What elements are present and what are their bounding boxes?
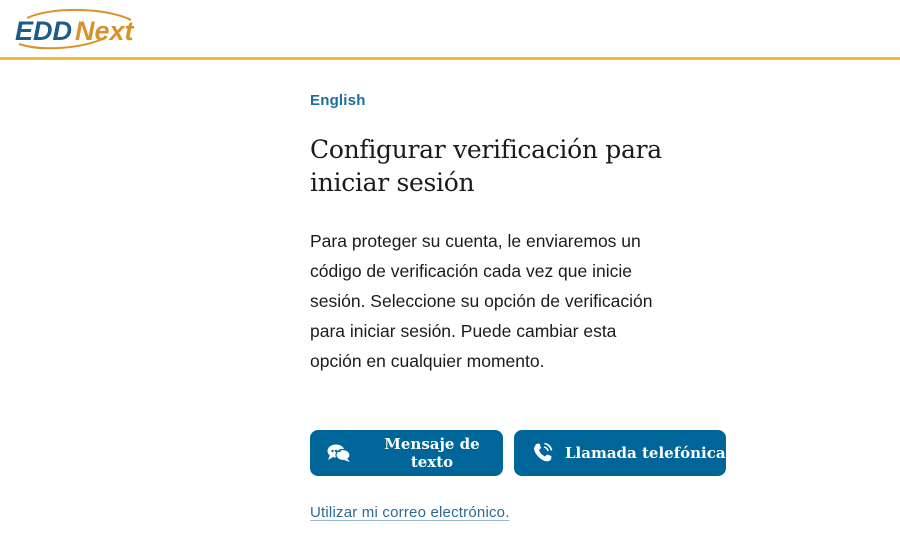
text-message-label: Mensaje de texto (384, 435, 480, 471)
logo-text-next: Next (75, 16, 135, 46)
text-message-button[interactable]: Mensaje de texto (310, 430, 503, 476)
language-toggle-link[interactable]: English (310, 92, 366, 109)
verification-options: Mensaje de texto Llamada telefónica (310, 430, 726, 476)
use-email-link[interactable]: Utilizar mi correo electrónico. (310, 504, 510, 521)
site-header: EDD Next (0, 0, 900, 60)
phone-call-label: Llamada telefónica (565, 444, 726, 462)
phone-call-icon (531, 442, 555, 464)
intro-text: Para proteger su cuenta, le enviaremos u… (310, 231, 653, 371)
phone-call-button[interactable]: Llamada telefónica (514, 430, 726, 476)
chat-bubbles-icon (327, 442, 351, 464)
logo-graphic: EDD Next (15, 8, 135, 50)
page-title: Configurar verificación para iniciar ses… (310, 135, 662, 197)
logo-text-edd: EDD (15, 16, 72, 46)
eddnext-logo[interactable]: EDD Next (13, 8, 153, 50)
